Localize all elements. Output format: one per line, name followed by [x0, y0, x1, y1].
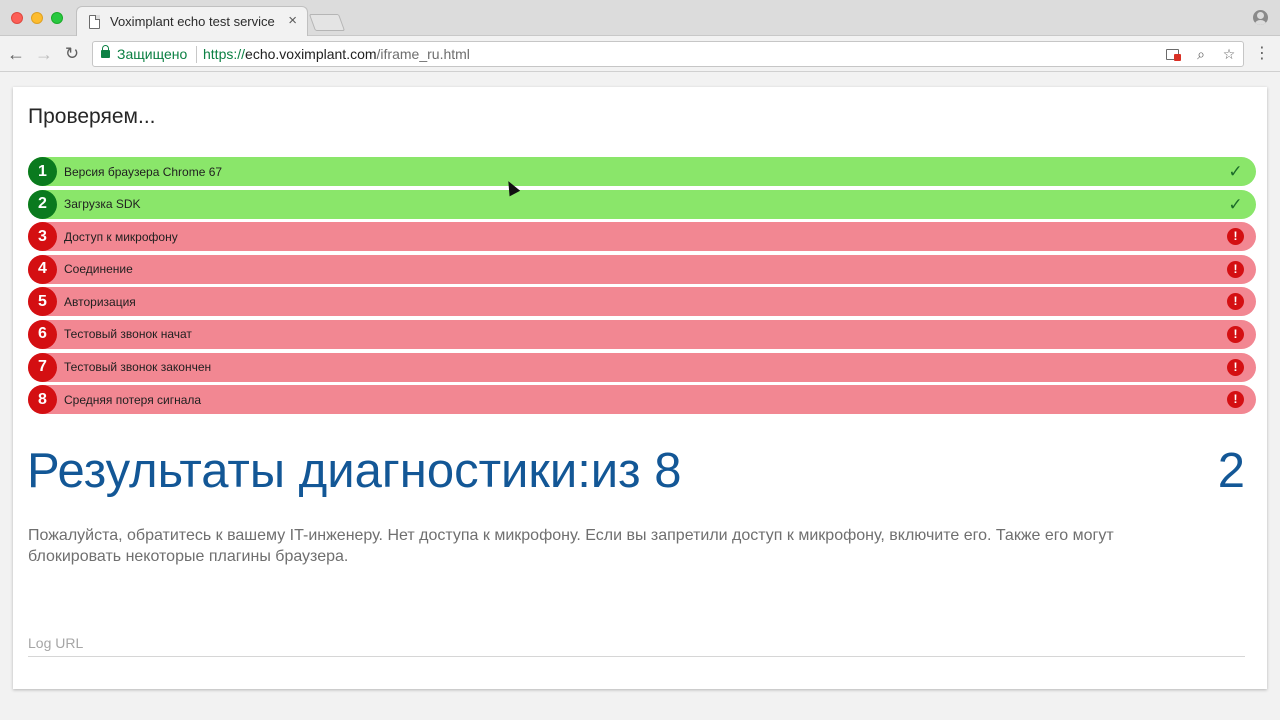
log-url-input[interactable]	[28, 635, 1245, 651]
browser-toolbar: ← → ↻ Защищено https://echo.voximplant.c…	[0, 36, 1280, 72]
address-separator	[196, 46, 197, 63]
step-label: Тестовый звонок начат	[64, 327, 192, 342]
checking-title: Проверяем...	[28, 105, 156, 128]
url-host: echo.voximplant.com	[245, 46, 377, 62]
step-label: Доступ к микрофону	[64, 229, 178, 244]
bookmark-star-icon[interactable]: ☆	[1221, 46, 1237, 62]
step-label: Соединение	[64, 262, 133, 277]
window-maximize-button[interactable]	[51, 12, 63, 24]
advice-text: Пожалуйста, обратитесь к вашему IT-инжен…	[28, 527, 1114, 565]
address-bar[interactable]: Защищено https://echo.voximplant.com/ifr…	[92, 41, 1244, 67]
profile-icon[interactable]	[1253, 10, 1268, 25]
results-score: 2	[1217, 444, 1245, 498]
url-text[interactable]: https://echo.voximplant.com/iframe_ru.ht…	[203, 46, 470, 62]
blocked-content-icon[interactable]	[1165, 46, 1181, 62]
diagnostic-step: 3 Доступ к микрофону!	[28, 222, 1256, 252]
address-bar-actions: ⌕ ☆	[1165, 46, 1237, 62]
url-path: /iframe_ru.html	[376, 46, 470, 62]
back-arrow-icon[interactable]: ←	[6, 44, 26, 64]
step-label: Загрузка SDK	[64, 197, 141, 212]
diagnostic-step: 8 Средняя потеря сигнала!	[28, 385, 1256, 415]
step-number-badge: 1	[28, 157, 57, 186]
forward-arrow-icon[interactable]: →	[34, 44, 54, 64]
step-number-badge: 6	[28, 319, 57, 349]
alert-icon: !	[1227, 391, 1244, 409]
zoom-icon[interactable]: ⌕	[1193, 46, 1209, 62]
lock-icon	[101, 45, 110, 58]
step-number-badge: 4	[28, 254, 57, 284]
step-label: Версия браузера Chrome 67	[64, 164, 223, 179]
diagnostic-step: 2 Загрузка SDK ✓	[28, 189, 1256, 219]
tab-close-icon[interactable]: ×	[288, 12, 297, 30]
url-scheme: https://	[203, 46, 246, 62]
diagnostic-step: 7 Тестовый звонок закончен!	[28, 352, 1256, 382]
results-title: Результаты диагностики:из 8	[27, 444, 682, 498]
reload-icon[interactable]: ↻	[62, 44, 82, 64]
log-url-field	[28, 635, 1245, 657]
checkmark-icon: ✓	[1228, 194, 1243, 214]
alert-icon: !	[1227, 358, 1244, 376]
window-close-button[interactable]	[11, 12, 23, 24]
new-tab-button[interactable]	[308, 14, 346, 31]
diagnostics-card: Проверяем... 1 Версия браузера Chrome 67 ✓…	[13, 87, 1267, 689]
alert-icon: !	[1227, 293, 1244, 311]
step-number-badge: 8	[28, 385, 57, 415]
step-label: Средняя потеря сигнала	[64, 392, 202, 407]
diagnostic-step: 6 Тестовый звонок начат!	[28, 319, 1256, 349]
alert-icon: !	[1227, 325, 1244, 343]
diagnostic-step: 1 Версия браузера Chrome 67 ✓	[28, 157, 1256, 186]
browser-menu-icon[interactable]: ⋮	[1254, 44, 1270, 64]
alert-icon: !	[1227, 260, 1244, 278]
step-number-badge: 3	[28, 222, 57, 252]
step-number-badge: 5	[28, 287, 57, 317]
step-label: Авторизация	[64, 294, 136, 309]
step-number-badge: 2	[28, 189, 57, 219]
tab-title: Voximplant echo test service	[110, 14, 275, 29]
diagnostic-step: 4 Соединение!	[28, 254, 1256, 284]
browser-titlebar: Voximplant echo test service ×	[0, 0, 1280, 36]
checkmark-icon: ✓	[1228, 162, 1243, 181]
secure-label: Защищено	[117, 46, 188, 62]
page-favicon-icon	[89, 15, 100, 29]
alert-icon: !	[1227, 228, 1244, 246]
browser-tab[interactable]: Voximplant echo test service ×	[76, 6, 308, 36]
diagnostic-step: 5 Авторизация!	[28, 287, 1256, 317]
step-label: Тестовый звонок закончен	[64, 360, 212, 375]
window-minimize-button[interactable]	[31, 12, 43, 24]
diagnostic-steps-list: 1 Версия браузера Chrome 67 ✓ 2 Загрузка SDK…	[28, 157, 1256, 418]
step-number-badge: 7	[28, 352, 57, 382]
